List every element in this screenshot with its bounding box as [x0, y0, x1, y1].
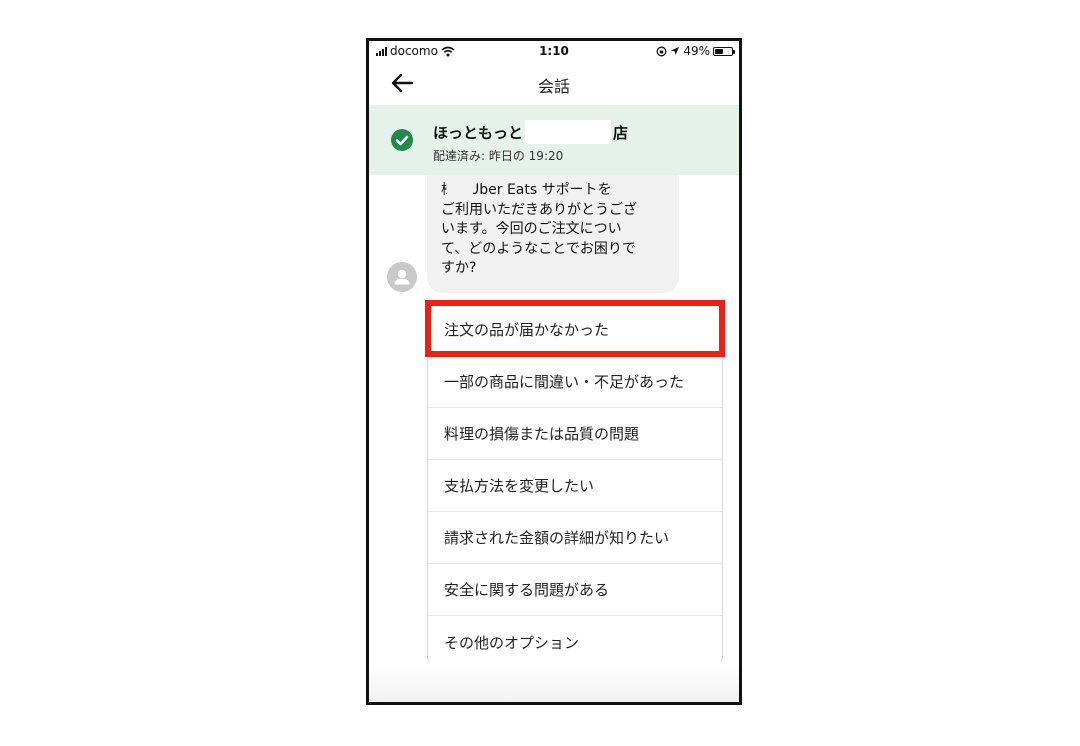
battery-level: [715, 48, 723, 54]
highlight-box: [425, 300, 725, 357]
status-bar: docomo 1:10 49%: [369, 41, 739, 61]
store-name: ほっともっと 店: [433, 120, 628, 144]
phone-screen: docomo 1:10 49% 会話 ほっともっと 店 配達済み: 昨日の 19…: [366, 38, 742, 705]
store-name-suffix: 店: [613, 123, 629, 142]
option-item-other[interactable]: その他のオプション: [428, 616, 722, 664]
check-circle-icon: [391, 129, 413, 151]
person-avatar-icon: [387, 262, 417, 292]
option-item-damaged-quality[interactable]: 料理の損傷または品質の問題: [428, 408, 722, 460]
delivery-status: 配達済み: 昨日の 19:20: [433, 149, 564, 163]
option-item-safety-issue[interactable]: 安全に関する問題がある: [428, 564, 722, 616]
option-item-charge-details[interactable]: 請求された金額の詳細が知りたい: [428, 512, 722, 564]
option-item-change-payment[interactable]: 支払方法を変更したい: [428, 460, 722, 512]
support-message-bubble: 様、Uber Eats サポートを ご利用いただきありがとうござ います。今回の…: [427, 175, 679, 293]
nav-bar: 会話: [369, 61, 739, 105]
option-list: 注文の品が届かなかった 一部の商品に間違い・不足があった 料理の損傷または品質の…: [427, 303, 723, 665]
store-name-prefix: ほっともっと: [433, 123, 524, 142]
orientation-lock-icon: [656, 46, 667, 56]
redacted-customer-name: [447, 179, 473, 197]
order-banner: ほっともっと 店 配達済み: 昨日の 19:20: [369, 105, 739, 175]
location-icon: [671, 47, 680, 55]
page-title: 会話: [537, 77, 570, 96]
redacted-store-branch: [525, 120, 612, 144]
battery-percent: 49%: [683, 44, 710, 58]
battery-icon: [713, 46, 735, 56]
bottom-fade: [369, 662, 739, 702]
support-message-text: 様、Uber Eats サポートを ご利用いただきありがとうござ います。今回の…: [441, 182, 637, 276]
option-item-wrong-missing-items[interactable]: 一部の商品に間違い・不足があった: [428, 356, 722, 408]
status-bar-right: 49%: [656, 44, 735, 58]
